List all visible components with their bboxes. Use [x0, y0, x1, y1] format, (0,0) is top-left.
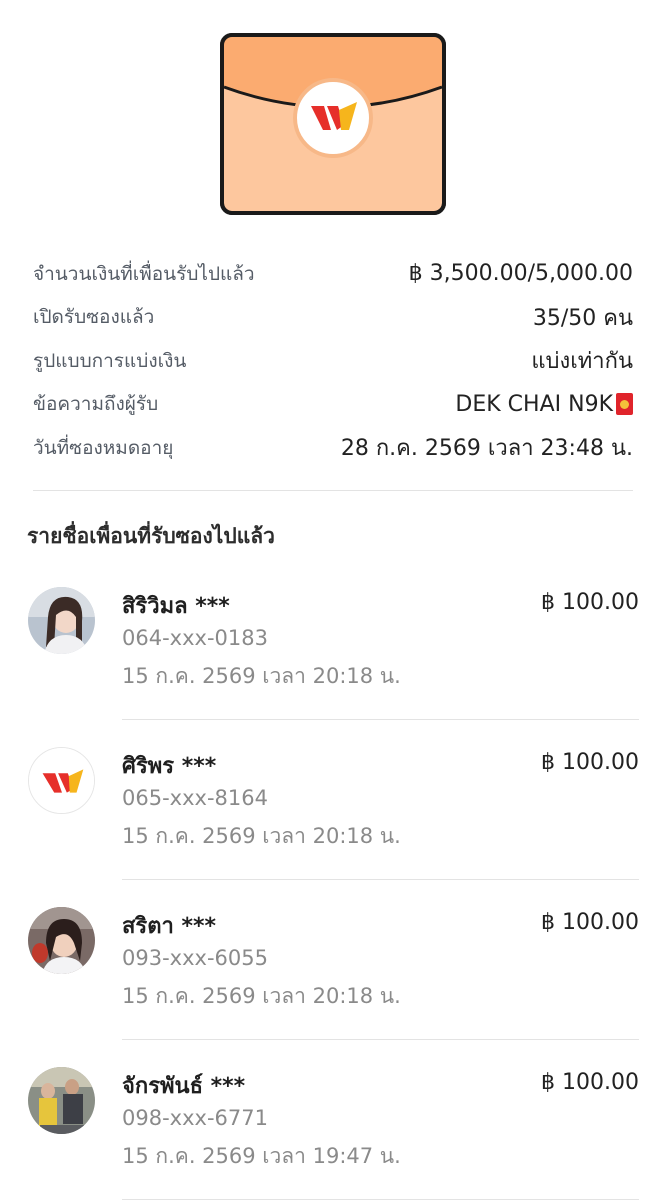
envelope-details: จำนวนเงินที่เพื่อนรับไปแล้ว ฿ 3,500.00/5… [33, 252, 633, 470]
recipient-phone: 098-xxx-6771 [122, 1106, 268, 1130]
list-item[interactable]: สิริวิมล *** 064-xxx-0183 15 ก.ค. 2569 เ… [0, 560, 667, 720]
recipient-phone: 093-xxx-6055 [122, 946, 268, 970]
recipient-time: 15 ก.ค. 2569 เวลา 20:18 น. [122, 824, 401, 848]
detail-label: เปิดรับซองแล้ว [33, 306, 155, 329]
avatar [28, 747, 95, 814]
detail-value: แบ่งเท่ากัน [531, 349, 633, 375]
detail-row-split-type: รูปแบบการแบ่งเงิน แบ่งเท่ากัน [33, 339, 633, 383]
recipient-phone: 065-xxx-8164 [122, 786, 268, 810]
recipient-time: 15 ก.ค. 2569 เวลา 19:47 น. [122, 1144, 401, 1168]
recipient-time: 15 ก.ค. 2569 เวลา 20:18 น. [122, 664, 401, 688]
recipient-name: ศิริพร *** [122, 754, 217, 779]
recipient-amount: ฿ 100.00 [541, 910, 639, 935]
list-item[interactable]: จักรพันธ์ *** 098-xxx-6771 15 ก.ค. 2569 … [0, 1040, 667, 1200]
avatar [28, 587, 95, 654]
list-item[interactable]: ศิริพร *** 065-xxx-8164 15 ก.ค. 2569 เวล… [0, 720, 667, 880]
detail-label: วันที่ซองหมดอายุ [33, 436, 174, 459]
detail-row-expiry: วันที่ซองหมดอายุ 28 ก.ค. 2569 เวลา 23:48… [33, 426, 633, 470]
envelope-illustration [0, 0, 667, 230]
red-envelope-icon [616, 393, 633, 416]
recipient-amount: ฿ 100.00 [541, 590, 639, 615]
message-text: DEK CHAI N9K [455, 391, 613, 417]
recipient-list-title: รายชื่อเพื่อนที่รับซองไปแล้ว [27, 524, 275, 548]
detail-row-opened-count: เปิดรับซองแล้ว 35/50 คน [33, 296, 633, 340]
recipient-name: จักรพันธ์ *** [122, 1074, 246, 1099]
detail-value-message: DEK CHAI N9K [455, 392, 633, 417]
avatar [28, 907, 95, 974]
section-divider [33, 490, 633, 491]
detail-value: 28 ก.ค. 2569 เวลา 23:48 น. [340, 436, 633, 462]
recipient-list[interactable]: สิริวิมล *** 064-xxx-0183 15 ก.ค. 2569 เ… [0, 560, 667, 1200]
detail-value: ฿ 3,500.00/5,000.00 [408, 261, 633, 287]
list-item[interactable]: สริตา *** 093-xxx-6055 15 ก.ค. 2569 เวลา… [0, 880, 667, 1040]
detail-label: จำนวนเงินที่เพื่อนรับไปแล้ว [33, 262, 255, 285]
recipient-time: 15 ก.ค. 2569 เวลา 20:18 น. [122, 984, 401, 1008]
recipient-name: สริตา *** [122, 914, 217, 939]
recipient-amount: ฿ 100.00 [541, 750, 639, 775]
detail-value: 35/50 คน [532, 305, 633, 331]
detail-label: ข้อความถึงผู้รับ [33, 393, 159, 416]
recipient-phone: 064-xxx-0183 [122, 626, 268, 650]
recipient-name: สิริวิมล *** [122, 594, 230, 619]
detail-label: รูปแบบการแบ่งเงิน [33, 349, 187, 372]
avatar [28, 1067, 95, 1134]
detail-row-amount-received: จำนวนเงินที่เพื่อนรับไปแล้ว ฿ 3,500.00/5… [33, 252, 633, 296]
recipient-amount: ฿ 100.00 [541, 1070, 639, 1095]
detail-row-message: ข้อความถึงผู้รับ DEK CHAI N9K [33, 383, 633, 427]
envelope-icon [220, 33, 446, 215]
